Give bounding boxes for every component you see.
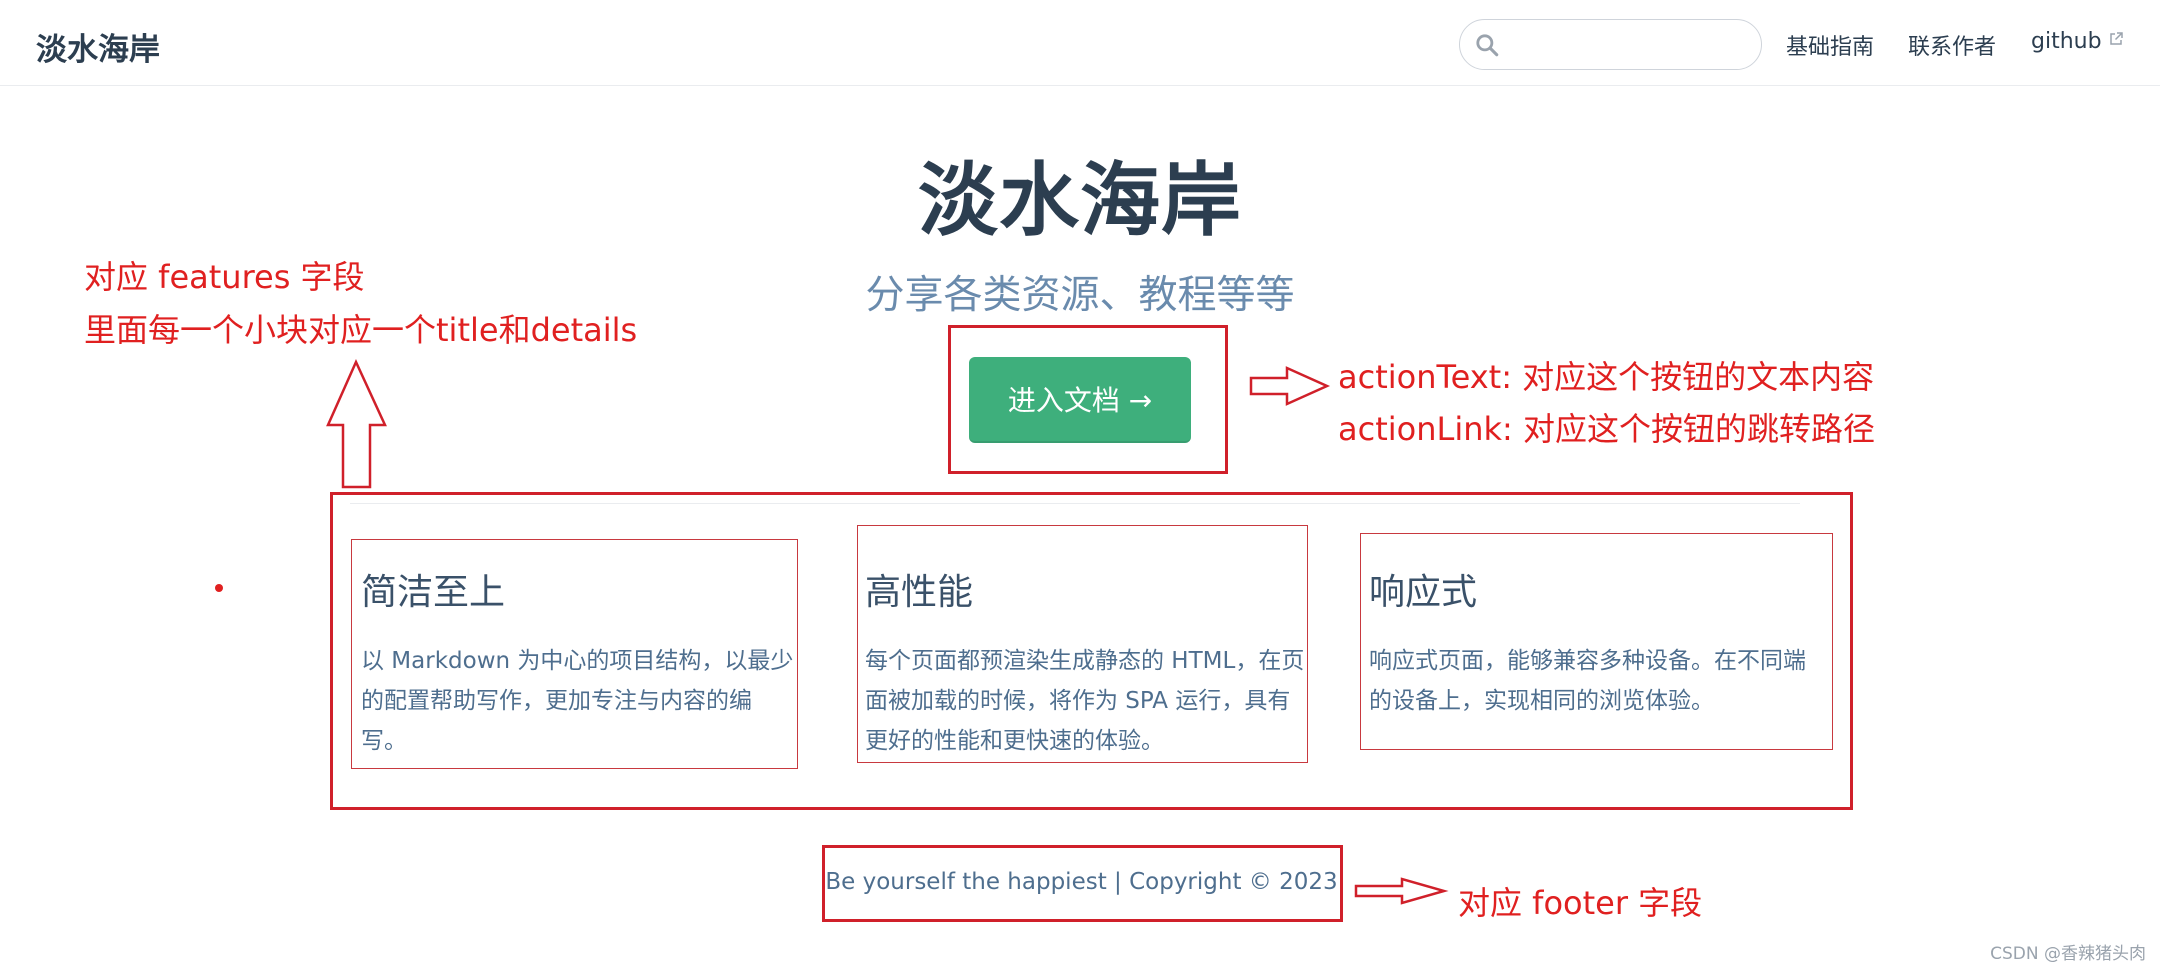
navbar: 淡水海岸 基础指南 联系作者 github xyxy=(0,0,2160,86)
annotation-features-line1: 对应 features 字段 xyxy=(84,258,365,296)
annotation-action-text: actionText: 对应这个按钮的文本内容 xyxy=(1338,358,1875,396)
hero-title: 淡水海岸 xyxy=(918,154,1242,247)
search-box[interactable] xyxy=(1459,19,1762,70)
annotation-box-feature-2 xyxy=(857,525,1308,763)
annotation-arrow-right-action xyxy=(1249,366,1331,406)
site-name-link[interactable]: 淡水海岸 xyxy=(36,24,160,69)
nav-link-github-label: github xyxy=(2031,29,2102,54)
annotation-arrow-up xyxy=(326,358,387,489)
nav-link-contact[interactable]: 联系作者 xyxy=(1908,29,1996,61)
nav-link-github[interactable]: github xyxy=(2031,29,2124,54)
search-icon xyxy=(1476,34,1499,57)
annotation-box-feature-1 xyxy=(351,539,798,769)
page: 淡水海岸 基础指南 联系作者 github 淡水海岸 分享各类资源、教程等等 进… xyxy=(0,0,2160,970)
nav-link-guide[interactable]: 基础指南 xyxy=(1786,29,1874,61)
annotation-features-line2: 里面每一个小块对应一个title和details xyxy=(84,311,638,349)
annotation-arrow-right-footer xyxy=(1354,877,1449,905)
annotation-box-action xyxy=(948,325,1228,474)
watermark: CSDN @香辣猪头肉 xyxy=(1990,944,2146,964)
annotation-dot xyxy=(215,584,223,592)
annotation-box-feature-3 xyxy=(1360,533,1833,750)
annotation-action-link: actionLink: 对应这个按钮的跳转路径 xyxy=(1338,410,1875,448)
annotation-box-footer xyxy=(822,845,1343,922)
external-link-icon xyxy=(2109,32,2123,45)
search-input[interactable] xyxy=(1508,28,1748,62)
annotation-footer: 对应 footer 字段 xyxy=(1458,884,1703,922)
